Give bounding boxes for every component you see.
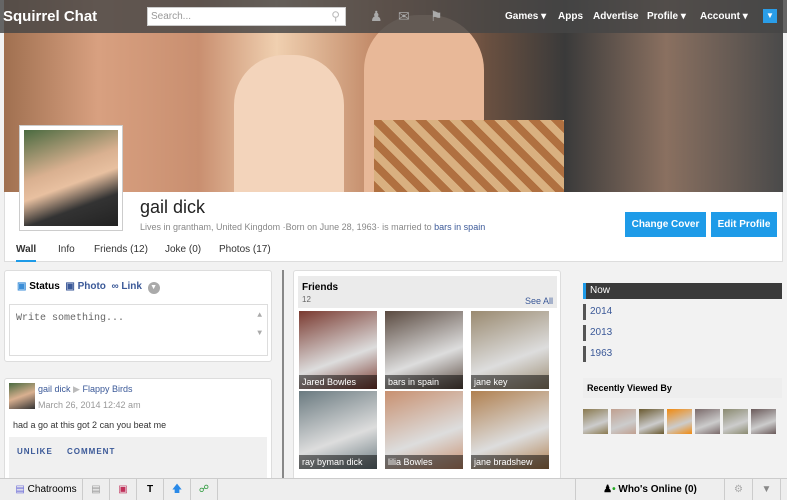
- recent-viewer-avatar[interactable]: [751, 409, 776, 434]
- friend-name: jane key: [471, 375, 549, 389]
- friend-tile[interactable]: ray byman dick: [299, 391, 377, 469]
- notifications-flag-icon[interactable]: ⚑: [430, 8, 443, 25]
- timeline-year-2013[interactable]: 2013: [583, 325, 782, 341]
- nav-account[interactable]: Account ▾: [700, 11, 748, 22]
- friends-title: Friends: [302, 282, 339, 293]
- friend-tile[interactable]: Jared Bowles: [299, 311, 377, 389]
- bottom-chat-bar: ▤ Chatrooms ▤ ▣ T 🡅 ☍ ♟• Who's Online (0…: [0, 478, 787, 500]
- timeline-year-Now[interactable]: Now: [583, 283, 782, 299]
- more-options-icon[interactable]: ▼: [147, 282, 160, 294]
- tab-photos[interactable]: Photos (17): [219, 244, 271, 255]
- share-icon[interactable]: ☍: [191, 479, 218, 500]
- chatrooms-button[interactable]: ▤ Chatrooms: [10, 479, 83, 500]
- friend-tile[interactable]: bars in spain: [385, 311, 463, 389]
- search-input[interactable]: Search... ⚲: [147, 7, 346, 26]
- recent-viewer-avatar[interactable]: [667, 409, 692, 434]
- search-icon[interactable]: ⚲: [331, 9, 340, 23]
- post-author-link[interactable]: gail dick: [38, 384, 71, 394]
- link-tab[interactable]: Link: [121, 281, 142, 292]
- post-target-link[interactable]: Flappy Birds: [82, 384, 132, 394]
- change-cover-button[interactable]: Change Cover: [625, 212, 706, 237]
- friend-tile[interactable]: jane bradshew: [471, 391, 549, 469]
- unlike-button[interactable]: UNLIKE: [17, 447, 53, 456]
- post-text: had a go at this got 2 can you beat me: [13, 420, 167, 430]
- friends-panel: Friends 12 See All Jared Bowles bars in s…: [293, 270, 561, 480]
- recently-viewed-title: Recently Viewed By: [583, 378, 782, 398]
- user-online-icon: ♟•: [603, 484, 616, 495]
- recent-viewer-avatar[interactable]: [611, 409, 636, 434]
- photo-icon: ▣: [65, 281, 75, 292]
- chatrooms-icon: ▤: [15, 484, 25, 495]
- post-time: March 26, 2014 12:42 am: [38, 400, 141, 410]
- comment-button[interactable]: COMMENT: [67, 447, 115, 456]
- profile-bio: Lives in grantham, United Kingdom ·Born …: [140, 222, 486, 232]
- friend-name: jane bradshew: [471, 455, 549, 469]
- scroll-arrows-icon[interactable]: ▲ ▼: [257, 311, 262, 338]
- tab-friends[interactable]: Friends (12): [94, 244, 148, 255]
- text-format-icon[interactable]: T: [137, 479, 164, 500]
- friend-tile[interactable]: lilia Bowles: [385, 391, 463, 469]
- recent-viewer-avatar[interactable]: [723, 409, 748, 434]
- messages-icon[interactable]: ✉: [398, 8, 410, 25]
- friend-tile[interactable]: jane key: [471, 311, 549, 389]
- see-all-link[interactable]: See All: [525, 296, 553, 306]
- friend-name: Jared Bowles: [299, 375, 377, 389]
- bookmark-icon[interactable]: ▣: [110, 479, 137, 500]
- spouse-link[interactable]: bars in spain: [434, 222, 485, 232]
- timeline-year-1963[interactable]: 1963: [583, 346, 782, 362]
- recent-viewer-avatar[interactable]: [695, 409, 720, 434]
- tab-wall[interactable]: Wall: [16, 244, 37, 262]
- nav-profile[interactable]: Profile ▾: [647, 11, 686, 22]
- tab-joke[interactable]: Joke (0): [165, 244, 201, 255]
- arrow-right-icon: ▶: [73, 384, 80, 394]
- recent-viewer-avatar[interactable]: [639, 409, 664, 434]
- recent-viewer-avatar[interactable]: [583, 409, 608, 434]
- status-composer: ▣ Status ▣ Photo ∞ Link ▼ Write somethin…: [4, 270, 272, 362]
- status-textarea[interactable]: Write something... ▲ ▼: [9, 304, 268, 356]
- friend-name: lilia Bowles: [385, 455, 463, 469]
- profile-avatar[interactable]: [19, 125, 123, 231]
- nav-apps[interactable]: Apps: [558, 11, 583, 22]
- dropdown-button[interactable]: ▼: [763, 9, 777, 23]
- collapse-icon[interactable]: ▼: [753, 479, 781, 500]
- upload-arrow-icon[interactable]: 🡅: [164, 479, 191, 500]
- settings-gear-icon[interactable]: ⚙: [725, 479, 753, 500]
- tab-info[interactable]: Info: [58, 244, 75, 255]
- logo[interactable]: Squirrel Chat: [3, 8, 97, 25]
- whos-online-button[interactable]: ♟• Who's Online (0): [575, 479, 725, 500]
- timeline-line: [282, 270, 284, 480]
- friends-count: 12: [302, 295, 311, 304]
- top-bar: Squirrel Chat Search... ⚲ ♟ ✉ ⚑ Games ▾ A…: [0, 0, 787, 33]
- status-tab[interactable]: Status: [29, 281, 60, 292]
- calendar-icon[interactable]: ▤: [83, 479, 110, 500]
- edit-profile-button[interactable]: Edit Profile: [711, 212, 777, 237]
- friend-name: ray byman dick: [299, 455, 377, 469]
- photo-tab[interactable]: Photo: [78, 281, 106, 292]
- post-author-avatar[interactable]: [9, 383, 35, 409]
- nav-games[interactable]: Games ▾: [505, 11, 546, 22]
- timeline-year-2014[interactable]: 2014: [583, 304, 782, 320]
- link-icon: ∞: [111, 281, 119, 292]
- nav-advertise[interactable]: Advertise: [593, 11, 639, 22]
- wall-post: gail dick ▶ Flappy Birds March 26, 2014 …: [4, 378, 272, 488]
- friend-name: bars in spain: [385, 375, 463, 389]
- profile-name: gail dick: [140, 197, 206, 217]
- status-icon: ▣: [17, 281, 27, 292]
- friend-requests-icon[interactable]: ♟: [370, 8, 383, 25]
